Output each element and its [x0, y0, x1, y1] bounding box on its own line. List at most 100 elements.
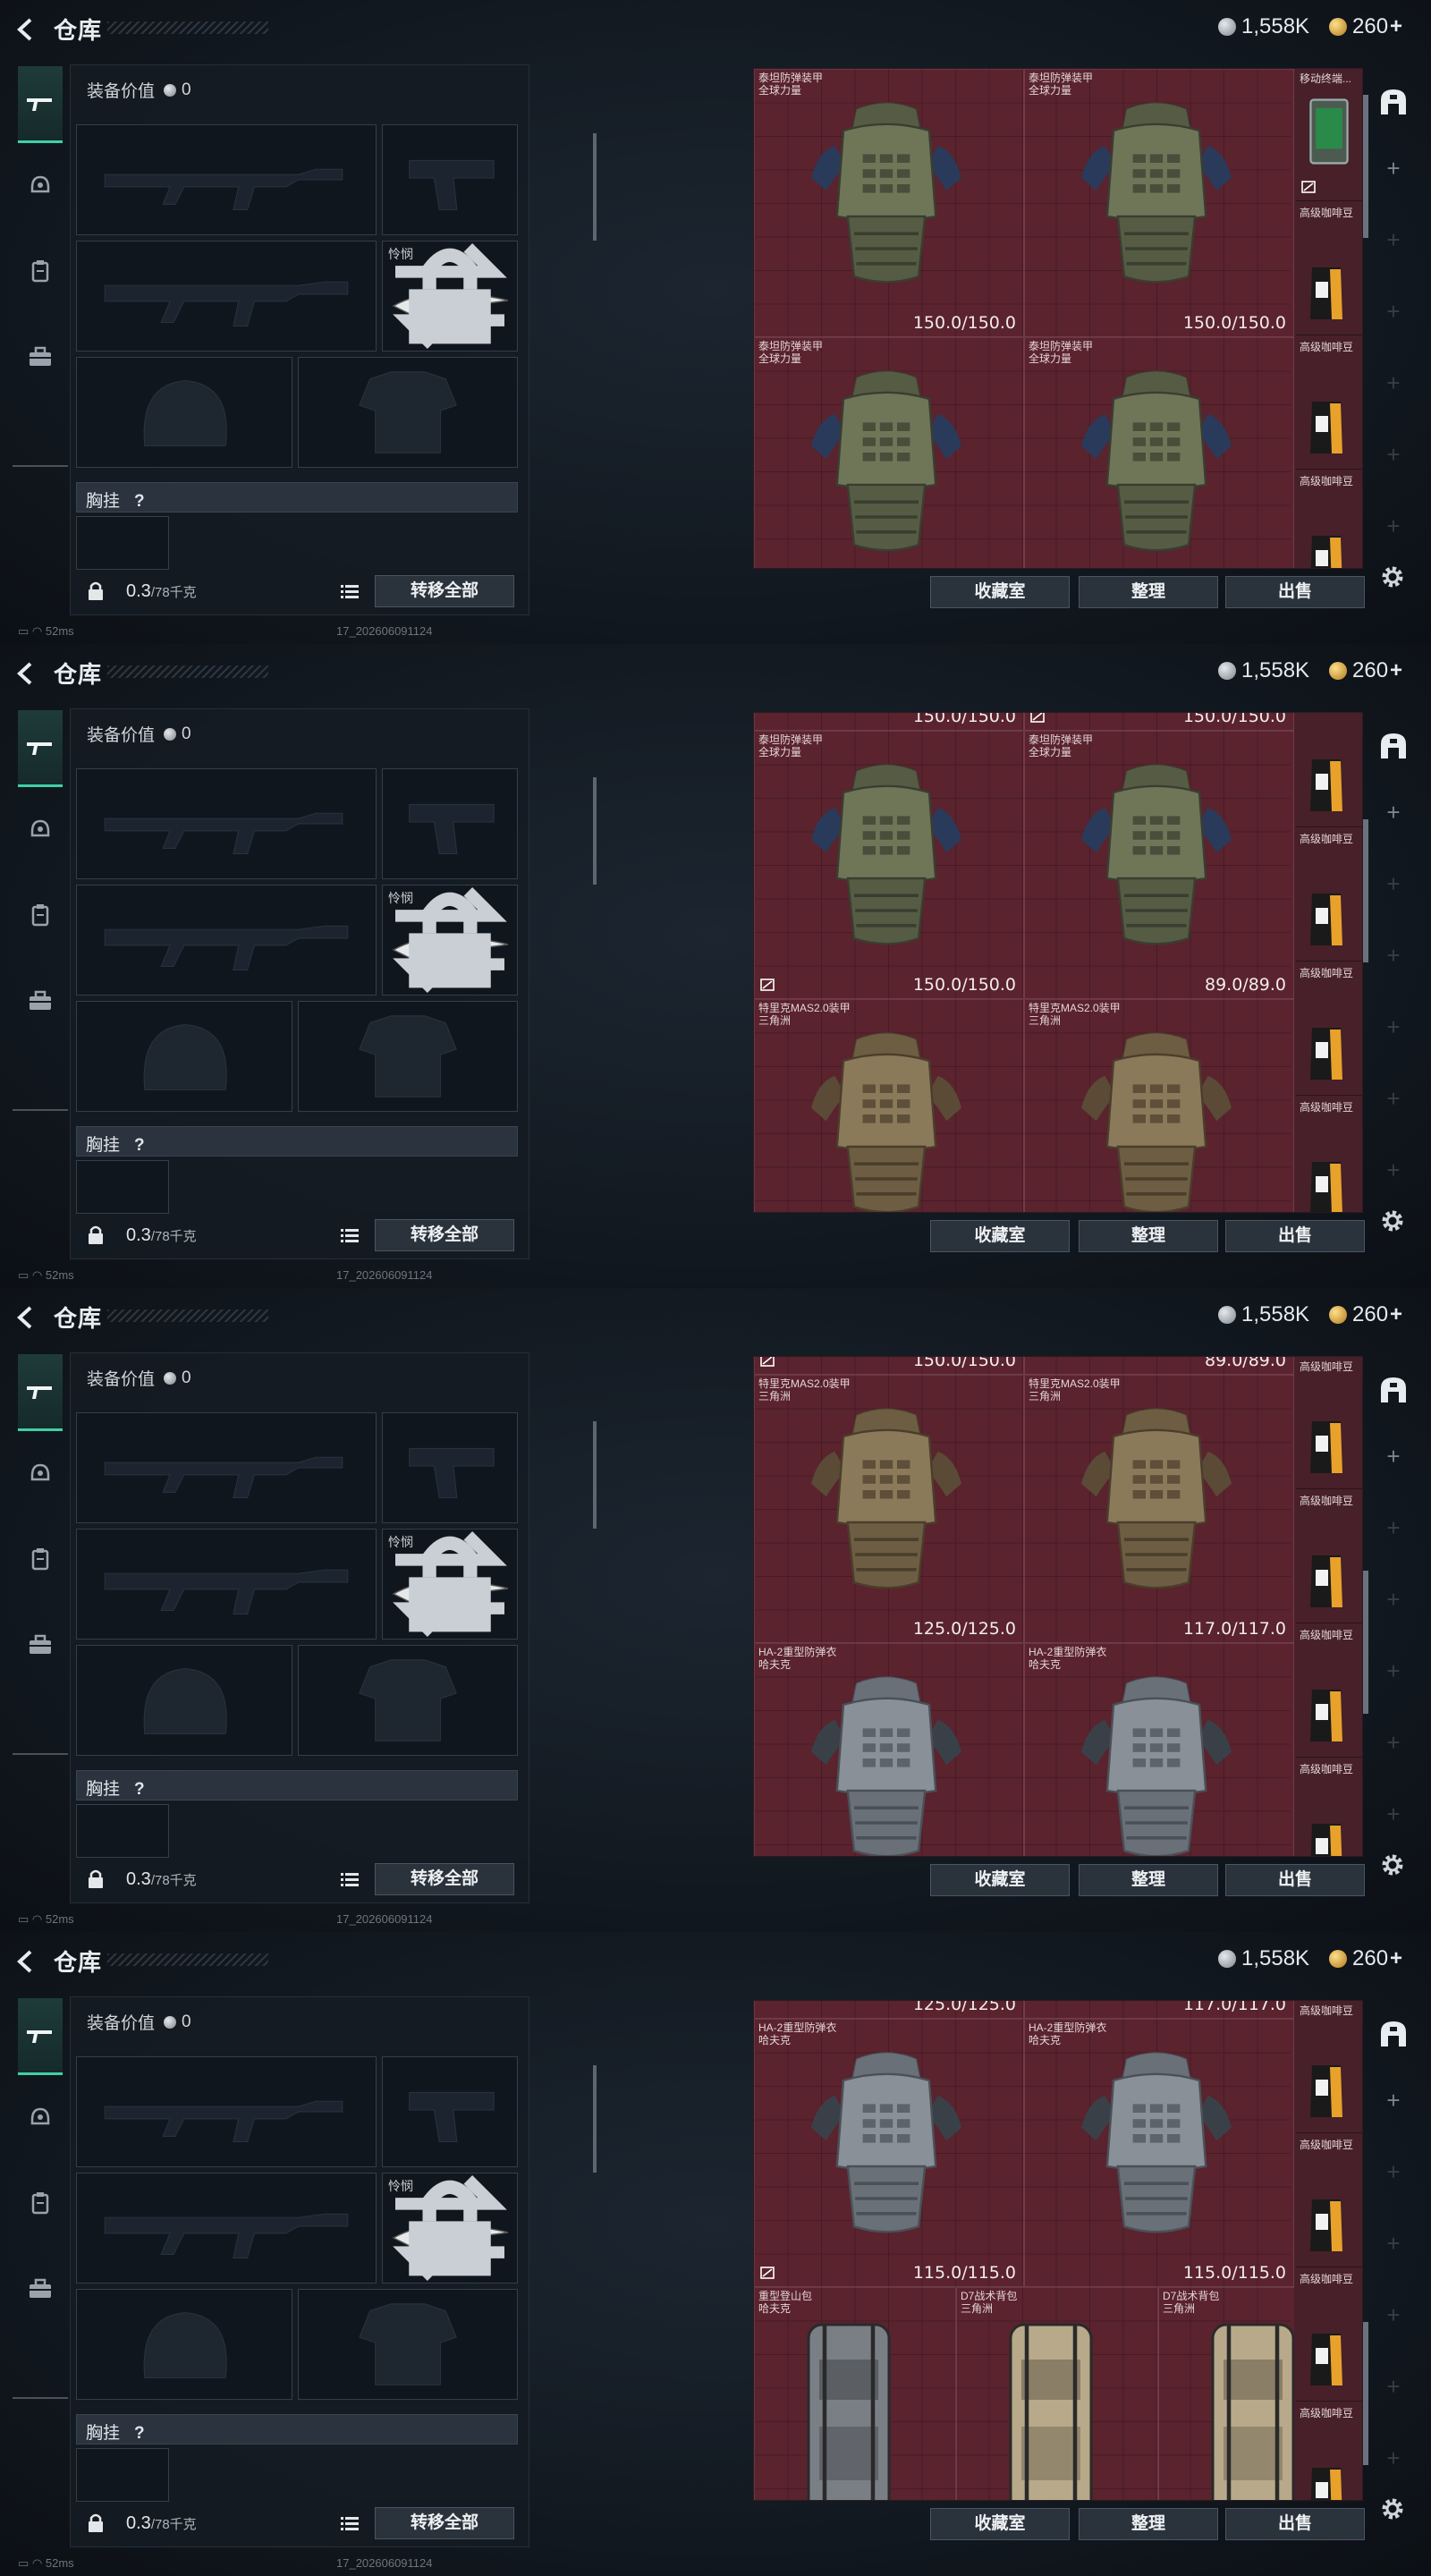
vault-button[interactable]: 收藏室 [930, 1864, 1070, 1896]
secondary-weapon-slot[interactable] [76, 885, 377, 996]
tab-case[interactable] [18, 318, 63, 395]
melee-slot[interactable]: 怜悯 [382, 241, 518, 352]
stash-item[interactable]: HA-2重型防弹衣 哈夫克 [754, 1643, 1024, 1856]
helmet-slot[interactable] [76, 1645, 292, 1756]
stash-item[interactable]: 泰坦防弹装甲 全球力量 150.0/150.0 [754, 731, 1024, 999]
stash-side-item[interactable]: 高级咖啡豆 [1296, 203, 1362, 335]
tab-helmet[interactable] [18, 791, 63, 868]
transfer-all-button[interactable]: 转移全部 [375, 2507, 514, 2539]
store-icon[interactable] [1377, 86, 1410, 118]
transfer-all-button[interactable]: 转移全部 [375, 1219, 514, 1251]
stash-item[interactable]: 泰坦防弹装甲 全球力量 [754, 337, 1024, 568]
armor-slot[interactable] [298, 357, 518, 468]
list-icon[interactable] [341, 1872, 359, 1888]
rail-add-icon[interactable]: + [1384, 1445, 1402, 1468]
primary-weapon-slot[interactable] [76, 2056, 377, 2167]
rail-add-icon[interactable]: + [1384, 944, 1402, 967]
stash-side-item[interactable]: 高级咖啡豆 [1296, 471, 1362, 568]
tab-helmet[interactable] [18, 2079, 63, 2156]
stash-item[interactable]: HA-2重型防弹衣 哈夫克 115.0/115.0 [1024, 2019, 1294, 2287]
rail-add-icon[interactable]: + [1384, 1087, 1402, 1110]
rail-add-icon[interactable]: + [1384, 801, 1402, 824]
primary-weapon-slot[interactable] [76, 1412, 377, 1523]
pistol-slot[interactable] [382, 124, 518, 235]
sort-button[interactable]: 整理 [1079, 576, 1218, 608]
back-icon[interactable] [13, 1948, 39, 1975]
rail-add-icon[interactable]: + [1384, 2375, 1402, 2398]
rail-add-icon[interactable]: + [1384, 443, 1402, 466]
stash-item[interactable]: 特里克MAS2.0装甲 三角洲 [1024, 999, 1294, 1212]
tab-weapons[interactable] [18, 1998, 63, 2075]
store-icon[interactable] [1377, 1374, 1410, 1406]
chest-rig-header[interactable]: 胸挂? [76, 1126, 518, 1157]
vault-button[interactable]: 收藏室 [930, 2508, 1070, 2540]
tab-chest[interactable] [18, 877, 63, 953]
chest-rig-slot[interactable] [76, 1160, 169, 1214]
stash-side-item[interactable]: 高级咖啡豆 [1296, 2403, 1362, 2500]
rail-add-icon[interactable]: + [1384, 371, 1402, 394]
back-icon[interactable] [13, 660, 39, 687]
rail-add-icon[interactable]: + [1384, 2160, 1402, 2183]
rail-add-icon[interactable]: + [1384, 228, 1402, 251]
vault-button[interactable]: 收藏室 [930, 576, 1070, 608]
sell-button[interactable]: 出售 [1225, 1864, 1365, 1896]
stash-item[interactable]: 150.0/150.0 [1024, 713, 1294, 731]
pistol-slot[interactable] [382, 768, 518, 879]
sort-button[interactable]: 整理 [1079, 2508, 1218, 2540]
gold-plus[interactable]: + [1390, 1302, 1402, 1327]
gold-currency[interactable]: 260 + [1329, 658, 1402, 683]
tab-case[interactable] [18, 2250, 63, 2327]
tab-chest[interactable] [18, 1521, 63, 1597]
sell-button[interactable]: 出售 [1225, 576, 1365, 608]
tab-case[interactable] [18, 1606, 63, 1683]
sort-button[interactable]: 整理 [1079, 1220, 1218, 1252]
helmet-slot[interactable] [76, 1001, 292, 1112]
chest-rig-help[interactable]: ? [134, 2424, 145, 2443]
melee-slot[interactable]: 怜悯 [382, 1529, 518, 1640]
stash-side-item[interactable]: 高级咖啡豆 [1296, 2001, 1362, 2133]
armor-slot[interactable] [298, 1645, 518, 1756]
rail-add-icon[interactable]: + [1384, 1158, 1402, 1182]
gold-currency[interactable]: 260 + [1329, 14, 1402, 39]
loadout-scrollbar[interactable] [593, 777, 597, 885]
store-icon[interactable] [1377, 730, 1410, 762]
chest-rig-header[interactable]: 胸挂? [76, 1770, 518, 1801]
list-icon[interactable] [341, 584, 359, 600]
stash-item[interactable]: 特里克MAS2.0装甲 三角洲 117.0/117.0 [1024, 1375, 1294, 1643]
tab-helmet[interactable] [18, 1435, 63, 1512]
melee-slot[interactable]: 怜悯 [382, 885, 518, 996]
chest-rig-help[interactable]: ? [134, 492, 145, 511]
transfer-all-button[interactable]: 转移全部 [375, 1863, 514, 1895]
list-icon[interactable] [341, 1228, 359, 1244]
melee-slot[interactable]: 怜悯 [382, 2173, 518, 2284]
stash-item[interactable]: 特里克MAS2.0装甲 三角洲 125.0/125.0 [754, 1375, 1024, 1643]
gold-plus[interactable]: + [1390, 14, 1402, 39]
stash-grid[interactable]: 150.0/150.0 89.0/89.0 特里克MAS2.0装甲 三角洲 12… [753, 1356, 1363, 1857]
stash-item[interactable]: HA-2重型防弹衣 哈夫克 115.0/115.0 [754, 2019, 1024, 2287]
stash-grid[interactable]: 150.0/150.0 150.0/150.0 泰坦防弹装甲 全球力量 150.… [753, 712, 1363, 1213]
stash-side-item[interactable]: 高级咖啡豆 [1296, 2135, 1362, 2267]
stash-side-item[interactable]: 高级咖啡豆 [1296, 337, 1362, 470]
rail-add-icon[interactable]: + [1384, 1516, 1402, 1539]
tab-case[interactable] [18, 962, 63, 1039]
stash-side-item[interactable]: 高级咖啡豆 [1296, 1097, 1362, 1212]
stash-item[interactable]: 89.0/89.0 [1024, 1357, 1294, 1375]
sell-button[interactable]: 出售 [1225, 1220, 1365, 1252]
primary-weapon-slot[interactable] [76, 124, 377, 235]
stash-item[interactable]: 特里克MAS2.0装甲 三角洲 [754, 999, 1024, 1212]
rail-add-icon[interactable]: + [1384, 1659, 1402, 1682]
rail-add-icon[interactable]: + [1384, 1802, 1402, 1826]
chest-rig-help[interactable]: ? [134, 1780, 145, 1799]
stash-grid[interactable]: 泰坦防弹装甲 全球力量 150.0/150.0 泰坦防弹装甲 全球力量 150.… [753, 68, 1363, 569]
sell-button[interactable]: 出售 [1225, 2508, 1365, 2540]
tab-chest[interactable] [18, 2165, 63, 2241]
stash-side-item[interactable]: 高级咖啡豆 [1296, 829, 1362, 962]
tab-weapons[interactable] [18, 66, 63, 143]
store-icon[interactable] [1377, 2018, 1410, 2050]
stash-side-item[interactable]: 高级咖啡豆 [1296, 963, 1362, 1096]
gold-currency[interactable]: 260 + [1329, 1946, 1402, 1971]
rail-add-icon[interactable]: + [1384, 2089, 1402, 2112]
primary-weapon-slot[interactable] [76, 768, 377, 879]
rail-add-icon[interactable]: + [1384, 872, 1402, 895]
armor-slot[interactable] [298, 1001, 518, 1112]
